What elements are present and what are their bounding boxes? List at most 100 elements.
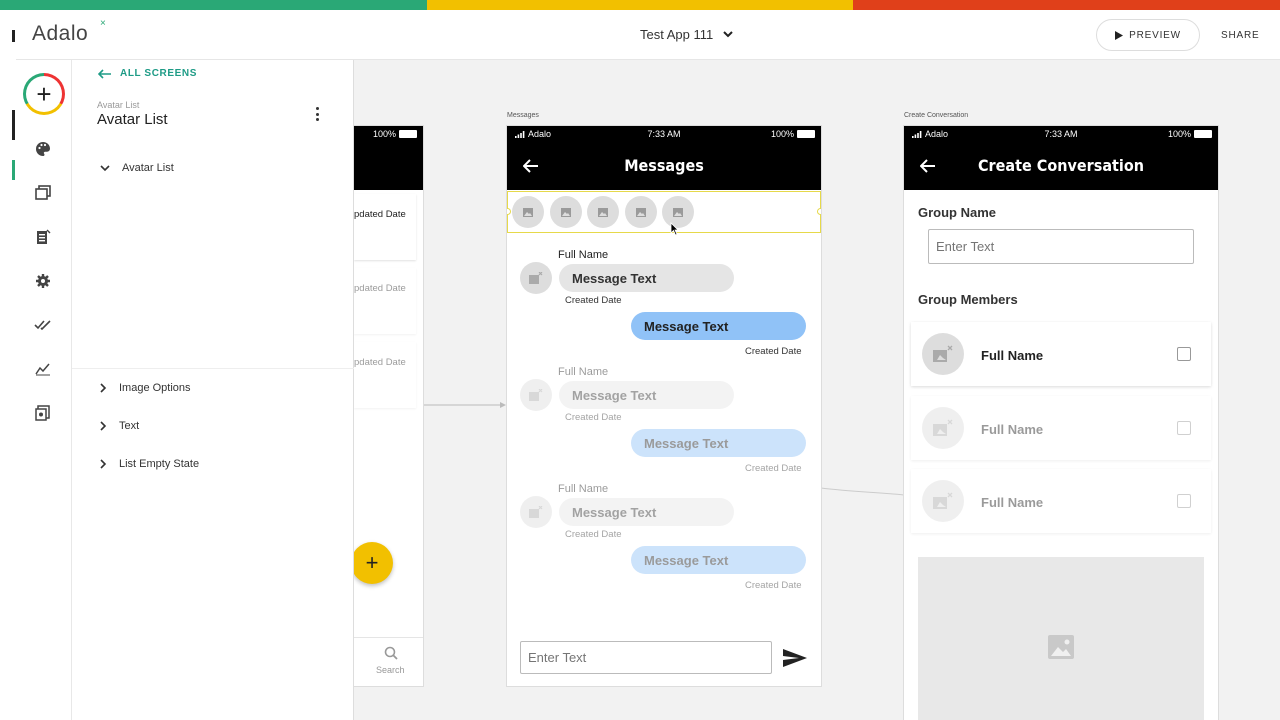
palette-icon[interactable] bbox=[32, 138, 54, 160]
share-button[interactable]: SHARE bbox=[1221, 30, 1259, 41]
image-placeholder-icon bbox=[529, 505, 543, 518]
section-list-empty-state[interactable]: List Empty State bbox=[100, 458, 199, 470]
image-placeholder-icon bbox=[529, 388, 543, 401]
analytics-icon[interactable] bbox=[32, 358, 54, 380]
image-placeholder-icon bbox=[933, 345, 953, 362]
row-date: pdated Date bbox=[354, 209, 406, 220]
preview-button[interactable]: PREVIEW bbox=[1096, 19, 1200, 51]
received-message[interactable]: Message Text bbox=[559, 498, 734, 526]
row-date: pdated Date bbox=[354, 283, 406, 294]
battery-status: 100% bbox=[373, 129, 417, 139]
image-placeholder-icon bbox=[933, 492, 953, 509]
settings-icon[interactable] bbox=[32, 270, 54, 292]
adalo-logo[interactable]: Adalo bbox=[32, 22, 88, 46]
member-row[interactable]: Full Name bbox=[911, 322, 1211, 386]
screens-icon[interactable] bbox=[32, 182, 54, 204]
app-switcher[interactable]: Test App 111 bbox=[640, 27, 733, 42]
search-icon[interactable] bbox=[384, 646, 398, 660]
all-screens-link[interactable]: ALL SCREENS bbox=[98, 68, 197, 79]
sender-name: Full Name bbox=[558, 483, 609, 495]
screen-title: Create Conversation bbox=[977, 156, 1145, 175]
all-screens-label: ALL SCREENS bbox=[120, 68, 197, 79]
member-name: Full Name bbox=[981, 495, 1044, 510]
chevron-right-icon bbox=[100, 383, 107, 393]
group-members-label: Group Members bbox=[918, 292, 1018, 307]
member-row[interactable]: Full Name bbox=[911, 469, 1211, 533]
message-group: Full Name Message Text Created Date Mess… bbox=[507, 126, 821, 686]
more-options-icon[interactable] bbox=[312, 105, 322, 123]
image-icon bbox=[1048, 635, 1074, 659]
tree-item-label: Avatar List bbox=[122, 162, 174, 174]
section-text[interactable]: Text bbox=[100, 420, 139, 432]
list-row[interactable]: pdated Date bbox=[354, 342, 416, 408]
message-date: Created Date bbox=[745, 580, 802, 591]
status-bar: Adalo 7:33 AM 100% bbox=[904, 126, 1218, 142]
list-row[interactable]: pdated Date bbox=[354, 194, 416, 260]
top-bar: Adalo × Test App 111 PREVIEW SHARE bbox=[16, 10, 1280, 60]
sender-name: Full Name bbox=[558, 366, 609, 378]
screen-partial-left[interactable]: 100% pdated Date pdated Date pdated Date… bbox=[354, 126, 423, 686]
list-row[interactable]: pdated Date bbox=[354, 268, 416, 334]
received-message[interactable]: Message Text bbox=[559, 381, 734, 409]
tab-search-label: Search bbox=[376, 665, 405, 675]
nav-bar: Create Conversation bbox=[904, 142, 1218, 190]
tab-bar: Search bbox=[354, 637, 423, 686]
image-placeholder[interactable] bbox=[918, 557, 1204, 720]
member-checkbox[interactable] bbox=[1177, 494, 1191, 508]
member-avatar bbox=[922, 480, 964, 522]
stripe-red bbox=[853, 0, 1280, 10]
divider bbox=[72, 368, 354, 369]
section-image-options[interactable]: Image Options bbox=[100, 382, 191, 394]
member-avatar bbox=[922, 407, 964, 449]
add-icon: + bbox=[26, 76, 62, 112]
stripe-green bbox=[0, 0, 427, 10]
tree-item-avatar-list[interactable]: Avatar List bbox=[100, 162, 174, 174]
member-row[interactable]: Full Name bbox=[911, 396, 1211, 460]
message-input[interactable] bbox=[520, 641, 772, 674]
member-checkbox[interactable] bbox=[1177, 421, 1191, 435]
section-label: Text bbox=[119, 420, 140, 432]
builder-canvas[interactable]: 100% pdated Date pdated Date pdated Date… bbox=[354, 60, 1280, 720]
add-component-button[interactable]: + bbox=[23, 73, 65, 115]
preview-label: PREVIEW bbox=[1129, 29, 1181, 41]
row-date: pdated Date bbox=[354, 357, 406, 368]
message-date: Created Date bbox=[565, 412, 622, 423]
chevron-right-icon bbox=[100, 459, 107, 469]
database-icon[interactable] bbox=[32, 226, 54, 248]
chevron-right-icon bbox=[100, 421, 107, 431]
member-name: Full Name bbox=[981, 422, 1044, 437]
component-type-label: Avatar List bbox=[97, 100, 140, 110]
message-date: Created Date bbox=[565, 529, 622, 540]
group-name-input[interactable] bbox=[928, 229, 1194, 264]
image-placeholder-icon bbox=[933, 419, 953, 436]
logo-mark: × bbox=[100, 18, 106, 29]
marketplace-icon[interactable] bbox=[32, 402, 54, 424]
member-name: Full Name bbox=[981, 348, 1044, 363]
message-date: Created Date bbox=[745, 463, 802, 474]
tool-rail: + bbox=[16, 60, 72, 720]
battery-icon bbox=[399, 130, 417, 138]
arrow-left-icon bbox=[98, 68, 111, 79]
chevron-down-icon bbox=[100, 164, 110, 171]
publish-icon[interactable] bbox=[32, 314, 54, 336]
screen-create-conversation[interactable]: Adalo 7:33 AM 100% Create Conversation G… bbox=[904, 126, 1218, 720]
window-edge bbox=[0, 10, 16, 720]
chevron-down-icon bbox=[723, 31, 733, 38]
screen-messages[interactable]: Adalo 7:33 AM 100% Messages Full Name Me… bbox=[507, 126, 821, 686]
send-icon[interactable] bbox=[783, 649, 807, 667]
brand-stripe bbox=[0, 0, 1280, 10]
sent-message[interactable]: Message Text bbox=[631, 546, 806, 574]
screen-label: Create Conversation bbox=[904, 112, 969, 119]
battery-icon bbox=[1194, 130, 1212, 138]
sender-avatar bbox=[520, 379, 552, 411]
play-icon bbox=[1115, 30, 1124, 40]
member-avatar bbox=[922, 333, 964, 375]
screen-label: Messages bbox=[507, 112, 539, 119]
app-name-label: Test App 111 bbox=[640, 27, 714, 42]
panel-title[interactable]: Avatar List bbox=[97, 111, 168, 128]
status-bar: 100% bbox=[354, 126, 423, 142]
section-label: Image Options bbox=[119, 382, 191, 394]
member-checkbox[interactable] bbox=[1177, 347, 1191, 361]
group-name-label: Group Name bbox=[918, 205, 997, 220]
sent-message[interactable]: Message Text bbox=[631, 429, 806, 457]
